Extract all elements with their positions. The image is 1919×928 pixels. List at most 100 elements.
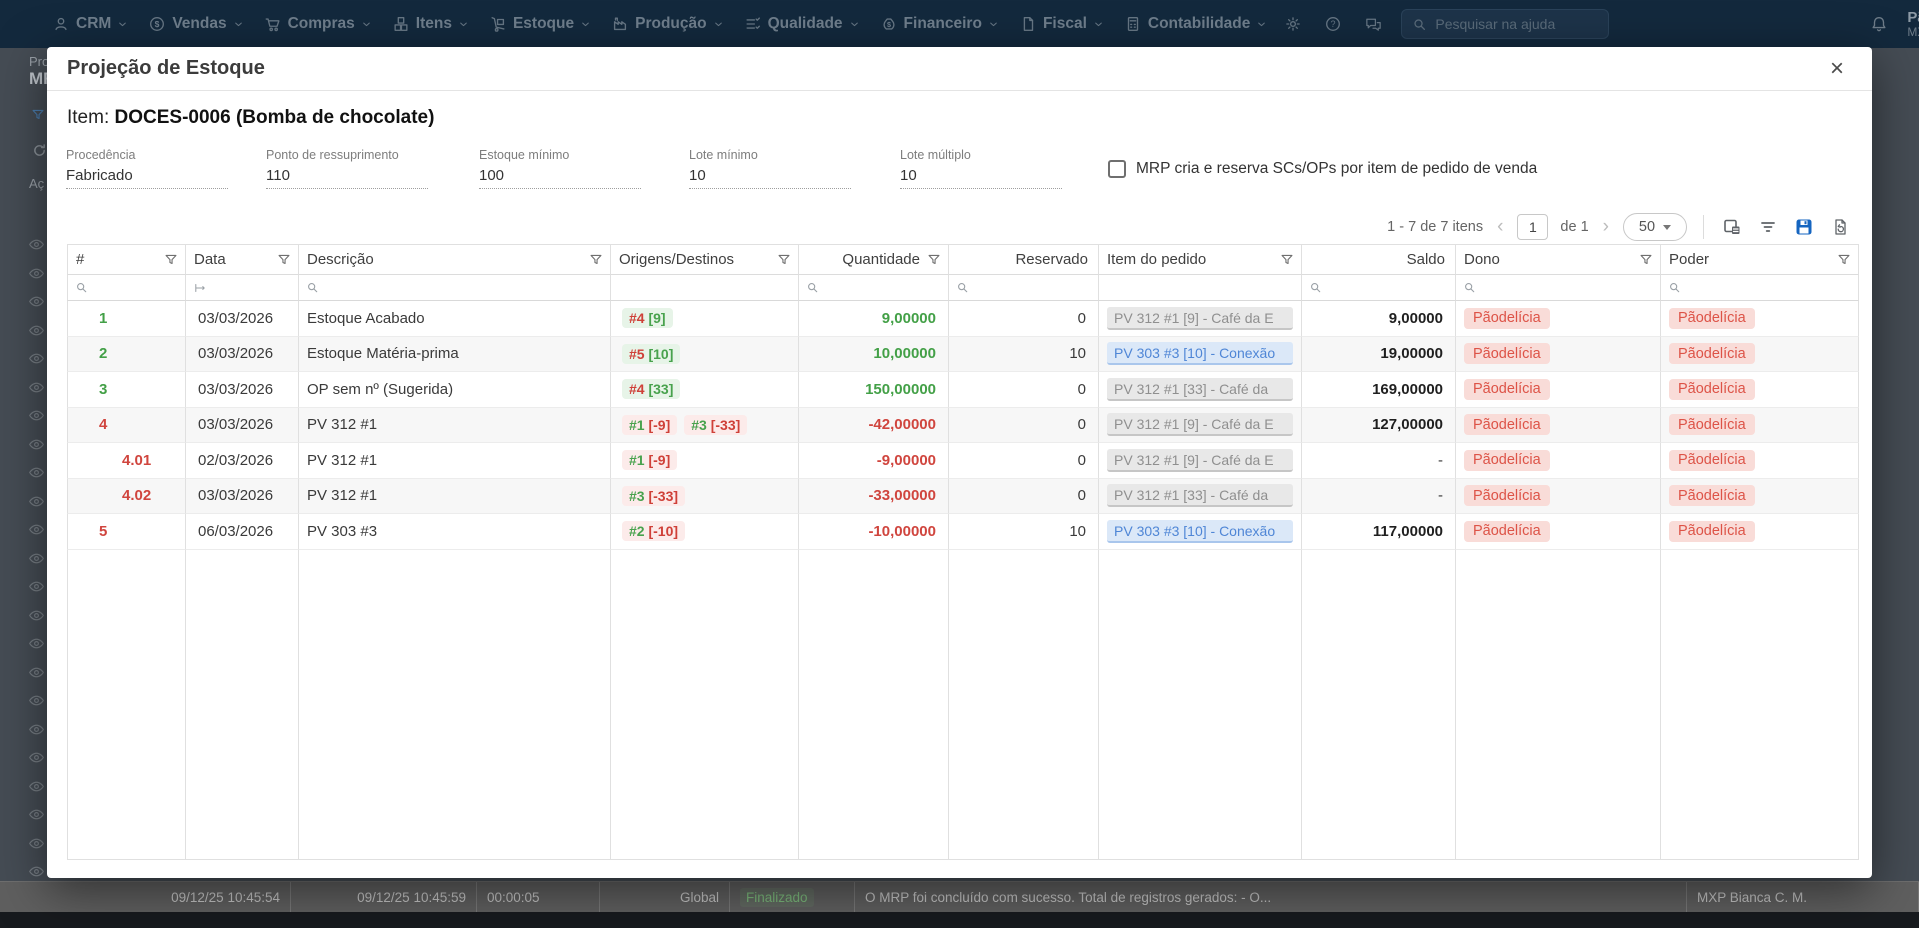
order-item-link[interactable]: PV 312 #1 [9] - Café da E [1107,307,1293,330]
funnel-icon[interactable] [277,253,291,267]
checkbox-box[interactable] [1108,160,1126,178]
eye-icon[interactable] [28,550,45,567]
column-header-9[interactable]: Poder [1661,245,1859,275]
origin-ref-chip[interactable]: #4 [33] [622,379,680,399]
eye-icon[interactable] [28,379,45,396]
funnel-icon[interactable] [1639,253,1653,267]
funnel-icon[interactable] [927,253,941,267]
page-number-input[interactable] [1517,214,1548,240]
eye-icon[interactable] [28,607,45,624]
filter-cell-2[interactable] [299,275,611,301]
nav-item-estoque[interactable]: Estoque [489,15,591,33]
filter-cell-8[interactable] [1456,275,1661,301]
eye-icon[interactable] [28,835,45,852]
origin-ref-chip[interactable]: #1 [-9] [622,450,677,470]
funnel-icon[interactable] [1280,253,1294,267]
pager-range: 1 - 7 de 7 itens [1387,219,1483,235]
filter-funnel-icon[interactable] [31,108,45,122]
empty-cell [186,550,299,860]
filter-cell-0[interactable] [67,275,186,301]
help-search-input[interactable]: Pesquisar na ajuda [1401,9,1609,39]
prev-page-icon[interactable]: ‹ [1495,216,1505,238]
eye-icon[interactable] [28,322,45,339]
notifications-bell-icon[interactable] [1867,12,1891,36]
order-item-link[interactable]: PV 312 #1 [9] - Café da E [1107,413,1293,436]
funnel-icon[interactable] [1837,253,1851,267]
nav-item-compras[interactable]: Compras [264,15,372,33]
column-chooser-icon[interactable] [1720,215,1744,239]
filter-cell-1[interactable] [186,275,299,301]
nav-item-qualidade[interactable]: Qualidade [744,15,860,33]
column-header-3[interactable]: Origens/Destinos [611,245,799,275]
eye-icon[interactable] [28,692,45,709]
filter-cell-7[interactable] [1302,275,1456,301]
eye-icon[interactable] [28,407,45,424]
next-page-icon[interactable]: › [1601,216,1611,238]
eye-icon[interactable] [28,293,45,310]
eye-icon[interactable] [28,236,45,253]
eye-icon[interactable] [28,578,45,595]
filter-cell-9[interactable] [1661,275,1859,301]
search-placeholder: Pesquisar na ajuda [1435,16,1555,32]
eye-icon[interactable] [28,521,45,538]
nav-item-vendas[interactable]: $ Vendas [148,15,243,33]
row-description: Estoque Acabado [307,310,425,327]
order-item-link[interactable]: PV 303 #3 [10] - Conexão [1107,520,1293,543]
origin-ref-chip[interactable]: #4 [9] [622,308,673,328]
refresh-icon[interactable] [31,142,48,159]
page-size-select[interactable]: 50 [1623,213,1687,241]
column-header-2[interactable]: Descrição [299,245,611,275]
eye-icon[interactable] [28,749,45,766]
column-header-8[interactable]: Dono [1456,245,1661,275]
origin-ref-chip[interactable]: #2 [-10] [622,521,685,541]
origin-ref-chip[interactable]: #5 [10] [622,344,680,364]
nav-item-financeiro[interactable]: $ Financeiro [880,15,999,33]
column-header-0[interactable]: # [67,245,186,275]
origin-ref-chip[interactable]: #3 [-33] [622,486,685,506]
export-history-icon[interactable] [1828,215,1852,239]
funnel-icon[interactable] [164,253,178,267]
eye-icon[interactable] [28,863,45,880]
eye-icon[interactable] [28,493,45,510]
user-menu[interactable]: Pãodelícia MXP [1907,10,1919,39]
column-header-1[interactable]: Data [186,245,299,275]
eye-icon[interactable] [28,806,45,823]
column-header-6[interactable]: Item do pedido [1099,245,1302,275]
column-header-7[interactable]: Saldo [1302,245,1456,275]
column-header-5[interactable]: Reservado [949,245,1099,275]
settings-gear-icon[interactable] [1281,12,1305,36]
funnel-icon[interactable] [777,253,791,267]
order-item-link[interactable]: PV 312 #1 [33] - Café da [1107,378,1293,401]
nav-item-crm[interactable]: CRM [52,15,128,33]
filter-settings-icon[interactable] [1756,215,1780,239]
origin-ref-chip[interactable]: #1 [-9] [622,415,677,435]
eye-icon[interactable] [28,265,45,282]
eye-icon[interactable] [28,436,45,453]
help-icon[interactable]: ? [1321,12,1345,36]
order-item-link[interactable]: PV 312 #1 [33] - Café da [1107,484,1293,507]
save-layout-icon[interactable] [1792,215,1816,239]
eye-icon[interactable] [28,635,45,652]
holder-tag: Pãodelícia [1669,343,1755,364]
funnel-icon[interactable] [589,253,603,267]
eye-icon[interactable] [28,350,45,367]
nav-item-fiscal[interactable]: Fiscal [1019,15,1104,33]
mrp-reserve-checkbox[interactable]: MRP cria e reserva SCs/OPs por item de p… [1108,160,1537,178]
order-item-link[interactable]: PV 303 #3 [10] - Conexão [1107,342,1293,365]
eye-icon[interactable] [28,664,45,681]
eye-icon[interactable] [28,778,45,795]
eye-icon[interactable] [28,721,45,738]
filter-cell-5[interactable] [949,275,1099,301]
origin-ref-chip[interactable]: #3 [-33] [684,415,747,435]
close-icon[interactable]: × [1822,54,1852,84]
cell: PV 312 #1 [33] - Café da [1099,372,1302,408]
nav-item-contabilidade[interactable]: Contabilidade [1124,15,1267,33]
chat-icon[interactable] [1361,12,1385,36]
filter-cell-4[interactable] [799,275,949,301]
owner-tag: Pãodelícia [1464,521,1550,542]
eye-icon[interactable] [28,464,45,481]
nav-item-itens[interactable]: Itens [392,15,469,33]
order-item-link[interactable]: PV 312 #1 [9] - Café da E [1107,449,1293,472]
column-header-4[interactable]: Quantidade [799,245,949,275]
nav-item-produção[interactable]: Produção [611,15,723,33]
